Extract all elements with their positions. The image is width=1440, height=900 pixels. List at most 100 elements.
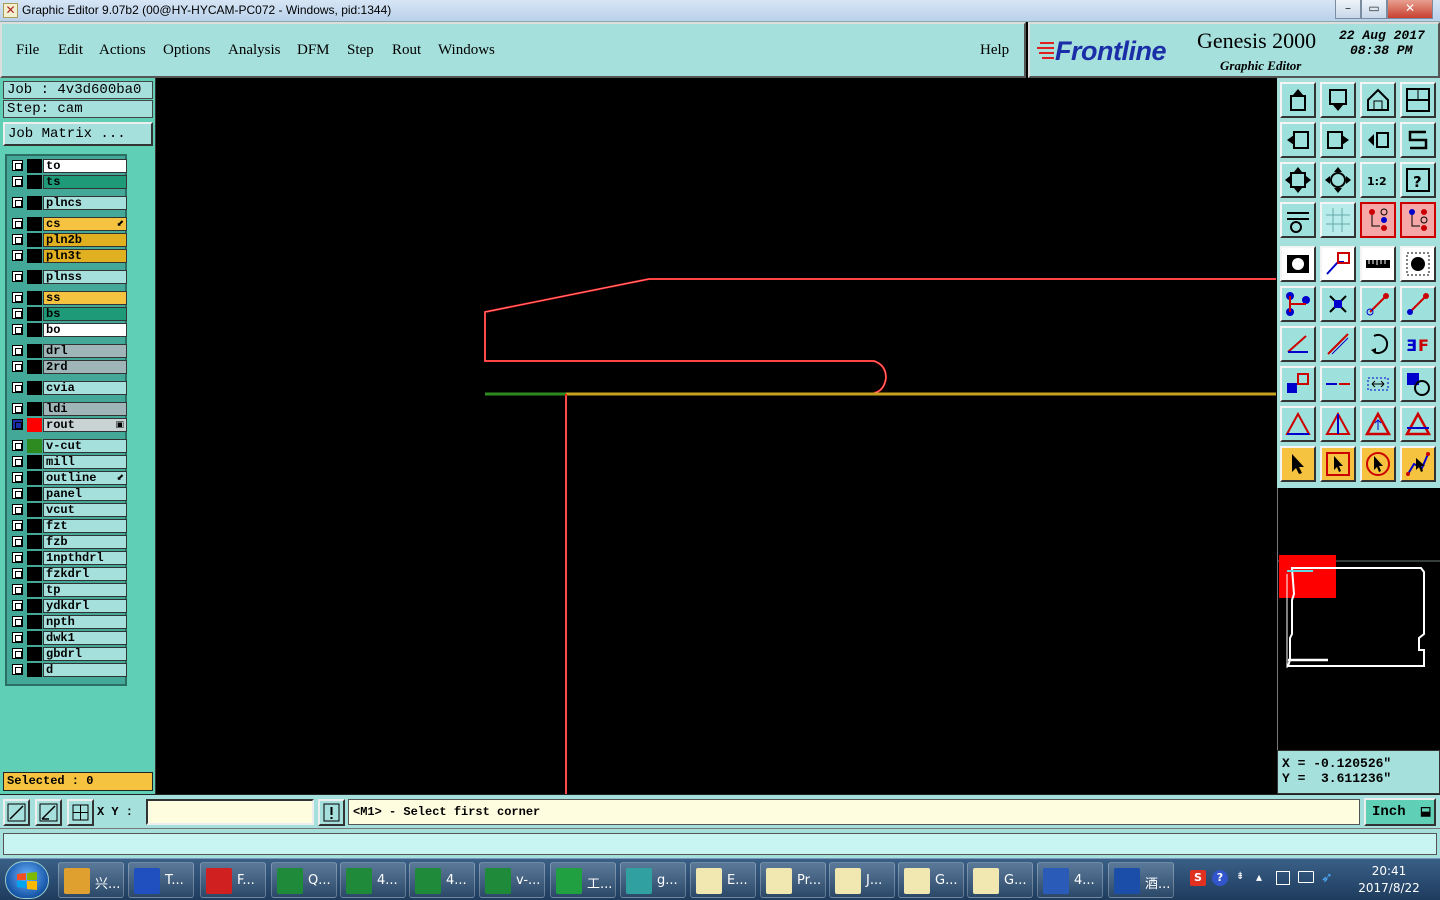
layer-color-swatch[interactable] — [27, 535, 42, 549]
layer-color-swatch[interactable] — [27, 159, 42, 173]
layer-checkbox[interactable] — [12, 218, 23, 229]
layer-name[interactable]: fzkdrl — [43, 567, 127, 581]
taskbar-button[interactable]: g... — [620, 862, 686, 898]
snap-tool-icon[interactable] — [3, 799, 30, 826]
menu-actions[interactable]: Actions — [99, 42, 146, 59]
menu-analysis[interactable]: Analysis — [228, 42, 281, 59]
layer-name[interactable]: ydkdrl — [43, 599, 127, 613]
layer-checkbox[interactable] — [12, 552, 23, 563]
layer-checkbox[interactable] — [12, 488, 23, 499]
measure-tool-icon[interactable] — [35, 799, 62, 826]
unit-selector[interactable]: Inch ⬓ — [1364, 798, 1436, 826]
menu-file[interactable]: File — [16, 42, 39, 59]
layer-row-ydkdrl[interactable]: ydkdrl — [10, 599, 127, 613]
help-tool-icon[interactable]: ? — [1400, 162, 1436, 198]
layer-color-swatch[interactable] — [27, 455, 42, 469]
layer-name[interactable]: mill — [43, 455, 127, 469]
layer-row-dwk1[interactable]: dwk1 — [10, 631, 127, 645]
layer-color-swatch[interactable] — [27, 615, 42, 629]
menu-options[interactable]: Options — [163, 42, 211, 59]
mirror-tool-icon[interactable] — [1360, 122, 1396, 158]
flip-text-tool-icon[interactable]: ƎF — [1400, 326, 1436, 362]
layer-name[interactable]: fzt — [43, 519, 127, 533]
alert-icon[interactable] — [318, 799, 345, 826]
layer-checkbox[interactable] — [12, 271, 23, 282]
arc-tool-icon[interactable] — [1360, 326, 1396, 362]
triangle-point-tool-icon[interactable] — [1320, 406, 1356, 442]
xy-input[interactable] — [146, 799, 314, 825]
layer-checkbox[interactable] — [12, 403, 23, 414]
connect-tool-icon[interactable] — [1280, 286, 1316, 322]
graphic-canvas[interactable] — [156, 78, 1276, 794]
layer-color-swatch[interactable] — [27, 583, 42, 597]
layer-row-1npthdrl[interactable]: 1npthdrl — [10, 551, 127, 565]
start-button[interactable] — [5, 861, 49, 899]
snake-tool-icon[interactable] — [1400, 122, 1436, 158]
layer-name[interactable]: npth — [43, 615, 127, 629]
layer-color-swatch[interactable] — [27, 551, 42, 565]
layer-name[interactable]: cs ⬋ — [43, 217, 127, 231]
layer-checkbox[interactable] — [12, 456, 23, 467]
move-pad-tool-icon[interactable] — [1280, 366, 1316, 402]
layer-checkbox[interactable] — [12, 440, 23, 451]
layer-checkbox[interactable] — [12, 197, 23, 208]
layer-row-tp[interactable]: tp — [10, 583, 127, 597]
close-button[interactable]: ✕ — [1387, 0, 1433, 19]
minimize-button[interactable]: – — [1335, 0, 1361, 19]
cross-tool-icon[interactable] — [1320, 286, 1356, 322]
layer-name[interactable]: pln2b — [43, 233, 127, 247]
layer-checkbox[interactable] — [12, 504, 23, 515]
netlist-tool-icon[interactable] — [1360, 202, 1396, 238]
layer-name[interactable]: bs — [43, 307, 127, 321]
layer-color-swatch[interactable] — [27, 344, 42, 358]
menu-step[interactable]: Step — [347, 42, 374, 59]
layer-name[interactable]: panel — [43, 487, 127, 501]
stretch-tool-icon[interactable] — [1360, 366, 1396, 402]
layer-row-drl[interactable]: drl — [10, 344, 127, 358]
layer-checkbox[interactable] — [12, 648, 23, 659]
layer-color-swatch[interactable] — [27, 402, 42, 416]
layer-row-outline[interactable]: outline ⬋ — [10, 471, 127, 485]
layer-color-swatch[interactable] — [27, 291, 42, 305]
layer-name[interactable]: d — [43, 663, 127, 677]
layer-name[interactable]: vcut — [43, 503, 127, 517]
layer-row-cvia[interactable]: cvia — [10, 381, 127, 395]
select-pointer-tool-icon[interactable] — [1280, 446, 1316, 482]
feiq-icon[interactable]: ➶ — [1321, 870, 1333, 886]
layer-name[interactable]: plncs — [43, 196, 127, 210]
layer-row-pln3t[interactable]: pln3t — [10, 249, 127, 263]
layer-color-swatch[interactable] — [27, 503, 42, 517]
menu-help[interactable]: Help — [980, 42, 1009, 59]
round-pad-tool-icon[interactable] — [1400, 246, 1436, 282]
grid-snap-icon[interactable] — [67, 799, 94, 826]
taskbar-button[interactable]: E... — [690, 862, 756, 898]
scale-1-to-2-tool-icon[interactable]: 1:2 — [1360, 162, 1396, 198]
sogou-ime-icon[interactable]: S — [1190, 870, 1206, 886]
layer-color-swatch[interactable] — [27, 567, 42, 581]
angle-tool-icon[interactable] — [1280, 326, 1316, 362]
triangle-arrow-tool-icon[interactable] — [1360, 406, 1396, 442]
layer-checkbox[interactable] — [12, 632, 23, 643]
layer-name[interactable]: outline ⬋ — [43, 471, 127, 485]
layer-checkbox[interactable] — [12, 176, 23, 187]
layer-color-swatch[interactable] — [27, 249, 42, 263]
ime-options-icon[interactable]: ⇟ — [1236, 871, 1244, 882]
layer-checkbox[interactable] — [12, 292, 23, 303]
taskbar-button[interactable]: G... — [898, 862, 964, 898]
layer-row-bo[interactable]: bo — [10, 323, 127, 337]
layer-row-fzkdrl[interactable]: fzkdrl — [10, 567, 127, 581]
layer-checkbox[interactable] — [12, 568, 23, 579]
taskbar-button[interactable]: 4... — [409, 862, 475, 898]
ruler-tool-icon[interactable] — [1360, 246, 1396, 282]
select-path-tool-icon[interactable] — [1400, 446, 1436, 482]
layer-name[interactable]: ss — [43, 291, 127, 305]
job-matrix-button[interactable]: Job Matrix ... — [3, 122, 153, 146]
tray-expand-icon[interactable]: ▴ — [1256, 870, 1262, 884]
layer-color-swatch[interactable] — [27, 323, 42, 337]
layer-checkbox[interactable] — [12, 664, 23, 675]
select-box-tool-icon[interactable] — [1320, 446, 1356, 482]
pad-tool-icon[interactable] — [1280, 246, 1316, 282]
split-line-tool-icon[interactable] — [1320, 366, 1356, 402]
layer-checkbox[interactable] — [12, 160, 23, 171]
layer-row-fzb[interactable]: fzb — [10, 535, 127, 549]
